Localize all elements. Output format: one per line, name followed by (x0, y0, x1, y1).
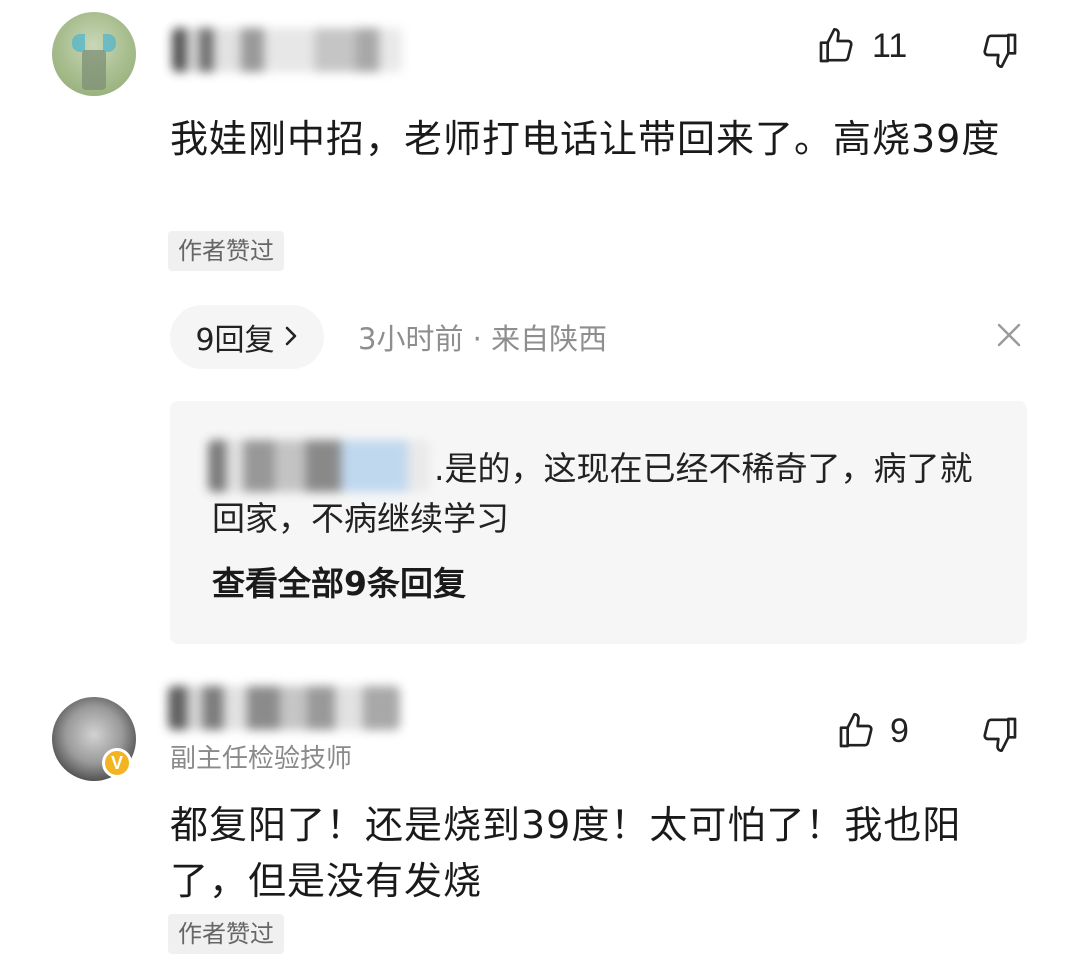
username-blurred[interactable] (172, 28, 402, 72)
user-title: 副主任检验技师 (170, 744, 353, 774)
thumbs-down-icon (983, 717, 1017, 752)
comment-text: 都复阳了！还是烧到39度！太可怕了！我也阳了，但是没有发烧 (170, 803, 962, 903)
replies-button[interactable]: 9回复 (170, 305, 324, 369)
dislike-button[interactable] (980, 30, 1020, 70)
dislike-button[interactable] (980, 714, 1020, 754)
comment-meta: 3小时前 · 来自陕西 (358, 322, 608, 356)
close-button[interactable] (994, 320, 1024, 350)
reply-text: .是的，这现在已经不稀奇了，病了就回家，不病继续学习 (212, 449, 973, 538)
avatar-image-detail (82, 50, 106, 90)
avatar[interactable] (52, 12, 136, 96)
chevron-right-icon (283, 321, 299, 354)
thumbs-up-icon (839, 713, 873, 748)
like-button[interactable]: 11 (816, 26, 907, 66)
view-all-replies-link[interactable]: 查看全部9条回复 (212, 557, 466, 605)
like-count: 9 (890, 711, 909, 750)
like-button[interactable]: 9 (836, 711, 909, 751)
thumbs-down-icon (983, 33, 1017, 68)
thumbs-up-icon (819, 28, 853, 63)
author-liked-tag: 作者赞过 (168, 231, 284, 271)
replies-label: 9回复 (195, 323, 275, 358)
username-blurred[interactable] (168, 686, 400, 730)
comment-text: 我娃刚中招，老师打电话让带回来了。高烧39度 (170, 117, 1001, 161)
verified-badge-icon: V (102, 748, 132, 778)
like-count: 11 (872, 26, 908, 65)
close-icon (997, 323, 1021, 347)
author-liked-tag: 作者赞过 (168, 914, 284, 954)
